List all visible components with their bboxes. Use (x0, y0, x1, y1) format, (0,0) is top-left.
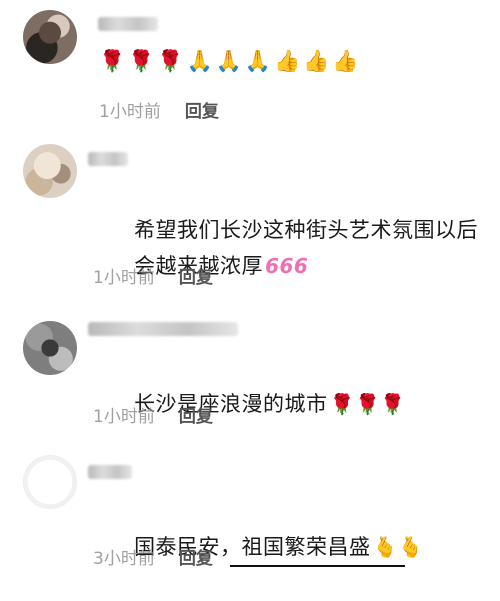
avatar[interactable] (23, 10, 77, 64)
comment-meta: 3小时前 回复 (93, 544, 213, 569)
comment-item: 长沙是座浪漫的城市 🌹🌹🌹 1小时前 回复 (0, 305, 500, 445)
username-blurred[interactable] (88, 322, 238, 336)
rose-icon: 🌹 (99, 49, 126, 73)
comment-item: 国泰民安，祖国繁荣昌盛 🫰🫰 3小时前 回复 (0, 445, 500, 569)
reply-button[interactable]: 回复 (179, 263, 213, 288)
thumbs-up-icon: 👍 (273, 49, 301, 73)
comment-meta: 1小时前 回复 (93, 402, 213, 427)
comment-item: 希望我们长沙这种街头艺术氛围以后 会越来越浓厚 666 1小时前 回复 (0, 130, 500, 305)
comment-text: 🌹 🌹 🌹 🙏 🙏 🙏 👍 👍 👍 (99, 49, 358, 73)
timestamp: 1小时前 (99, 102, 161, 122)
praying-hands-icon: 🙏 (215, 49, 242, 73)
rose-icon: 🌹 (128, 49, 155, 73)
666-emoji-icon: 666 (265, 254, 309, 278)
praying-hands-icon: 🙏 (244, 49, 271, 73)
reply-button[interactable]: 回复 (185, 97, 219, 122)
avatar[interactable] (23, 321, 77, 375)
thumbs-up-icon: 👍 (332, 49, 359, 73)
username-blurred[interactable] (88, 152, 128, 166)
timestamp: 3小时前 (93, 549, 155, 569)
reply-button[interactable]: 回复 (179, 544, 213, 569)
finger-heart-icon: 🫰🫰 (372, 535, 424, 559)
timestamp: 1小时前 (93, 268, 155, 288)
comment-meta: 1小时前 回复 (99, 97, 219, 122)
comment-list: 🌹 🌹 🌹 🙏 🙏 🙏 👍 👍 👍 1小时前 回复 希望我们长沙这种街头艺术氛围… (0, 0, 500, 569)
comment-item: 🌹 🌹 🌹 🙏 🙏 🙏 👍 👍 👍 1小时前 回复 (0, 0, 500, 130)
avatar[interactable] (23, 455, 77, 509)
avatar[interactable] (23, 144, 77, 198)
thumbs-up-icon: 👍 (303, 49, 330, 73)
username-blurred[interactable] (88, 465, 132, 479)
rose-icon: 🌹🌹🌹 (329, 392, 406, 416)
praying-hands-icon: 🙏 (186, 49, 213, 73)
username-blurred[interactable] (98, 17, 158, 31)
comment-meta: 1小时前 回复 (93, 263, 213, 288)
reply-button[interactable]: 回复 (179, 402, 213, 427)
timestamp: 1小时前 (93, 407, 155, 427)
rose-icon: 🌹 (157, 49, 184, 73)
